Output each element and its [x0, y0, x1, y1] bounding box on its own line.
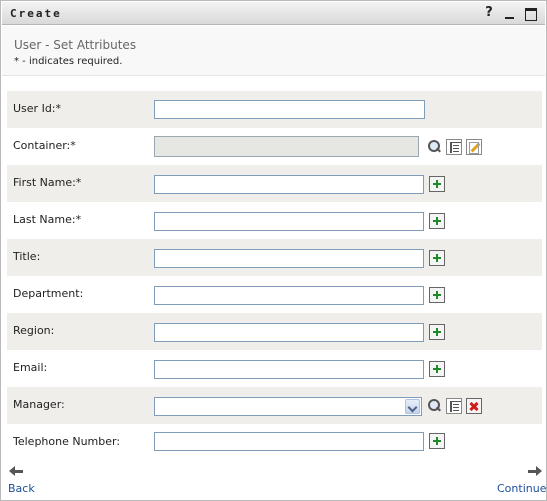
plus-icon[interactable] — [429, 324, 445, 340]
row-last-name: Last Name:* — [7, 202, 542, 239]
page-title: User - Set Attributes — [14, 38, 137, 52]
edit-icon[interactable] — [466, 139, 482, 155]
plus-icon[interactable] — [429, 176, 445, 192]
email-label: Email: — [13, 361, 48, 374]
manager-label: Manager: — [13, 398, 65, 411]
first-name-input[interactable] — [154, 175, 424, 194]
arrow-left-icon[interactable] — [9, 466, 23, 476]
search-icon[interactable] — [426, 139, 442, 155]
last-name-label: Last Name:* — [13, 213, 82, 226]
minimize-icon[interactable] — [502, 5, 518, 21]
row-title: Title: — [7, 239, 542, 276]
telephone-label: Telephone Number: — [13, 435, 121, 448]
department-input[interactable] — [154, 286, 424, 305]
row-email: Email: — [7, 350, 542, 387]
plus-icon[interactable] — [429, 287, 445, 303]
first-name-label: First Name:* — [13, 176, 82, 189]
row-manager: Manager: — [7, 387, 542, 424]
row-user-id: User Id:* — [7, 91, 542, 128]
region-input[interactable] — [154, 323, 424, 342]
delete-icon[interactable] — [466, 398, 482, 414]
title-input[interactable] — [154, 249, 424, 268]
plus-icon[interactable] — [429, 250, 445, 266]
user-id-label: User Id:* — [13, 102, 62, 115]
plus-icon[interactable] — [429, 433, 445, 449]
maximize-icon[interactable] — [523, 5, 539, 21]
row-first-name: First Name:* — [7, 165, 542, 202]
row-department: Department: — [7, 276, 542, 313]
last-name-input[interactable] — [154, 212, 424, 231]
search-icon[interactable] — [426, 398, 442, 414]
history-icon[interactable] — [446, 398, 462, 414]
help-icon[interactable]: ? — [481, 5, 497, 21]
history-icon[interactable] — [446, 139, 462, 155]
row-region: Region: — [7, 313, 542, 350]
arrow-right-icon[interactable] — [528, 466, 542, 476]
continue-link[interactable]: Continue — [497, 482, 546, 495]
chevron-down-icon[interactable] — [405, 399, 420, 414]
required-note: * - indicates required. — [14, 56, 123, 67]
back-link[interactable]: Back — [8, 482, 35, 495]
title-label: Title: — [13, 250, 41, 263]
plus-icon[interactable] — [429, 361, 445, 377]
email-input[interactable] — [154, 360, 424, 379]
page-header: User - Set Attributes * - indicates requ… — [2, 26, 545, 76]
telephone-input[interactable] — [154, 432, 424, 451]
window-title: Create — [10, 7, 62, 20]
container-label: Container:* — [13, 139, 76, 152]
row-telephone: Telephone Number: — [7, 424, 542, 461]
create-window: Create ? User - Set Attributes * - indic… — [0, 0, 547, 501]
window-titlebar: Create ? — [2, 2, 545, 25]
plus-icon[interactable] — [429, 213, 445, 229]
region-label: Region: — [13, 324, 55, 337]
department-label: Department: — [13, 287, 84, 300]
manager-select[interactable] — [154, 397, 422, 416]
container-input[interactable] — [154, 136, 419, 157]
user-id-input[interactable] — [154, 100, 425, 119]
row-container: Container:* — [7, 128, 542, 165]
